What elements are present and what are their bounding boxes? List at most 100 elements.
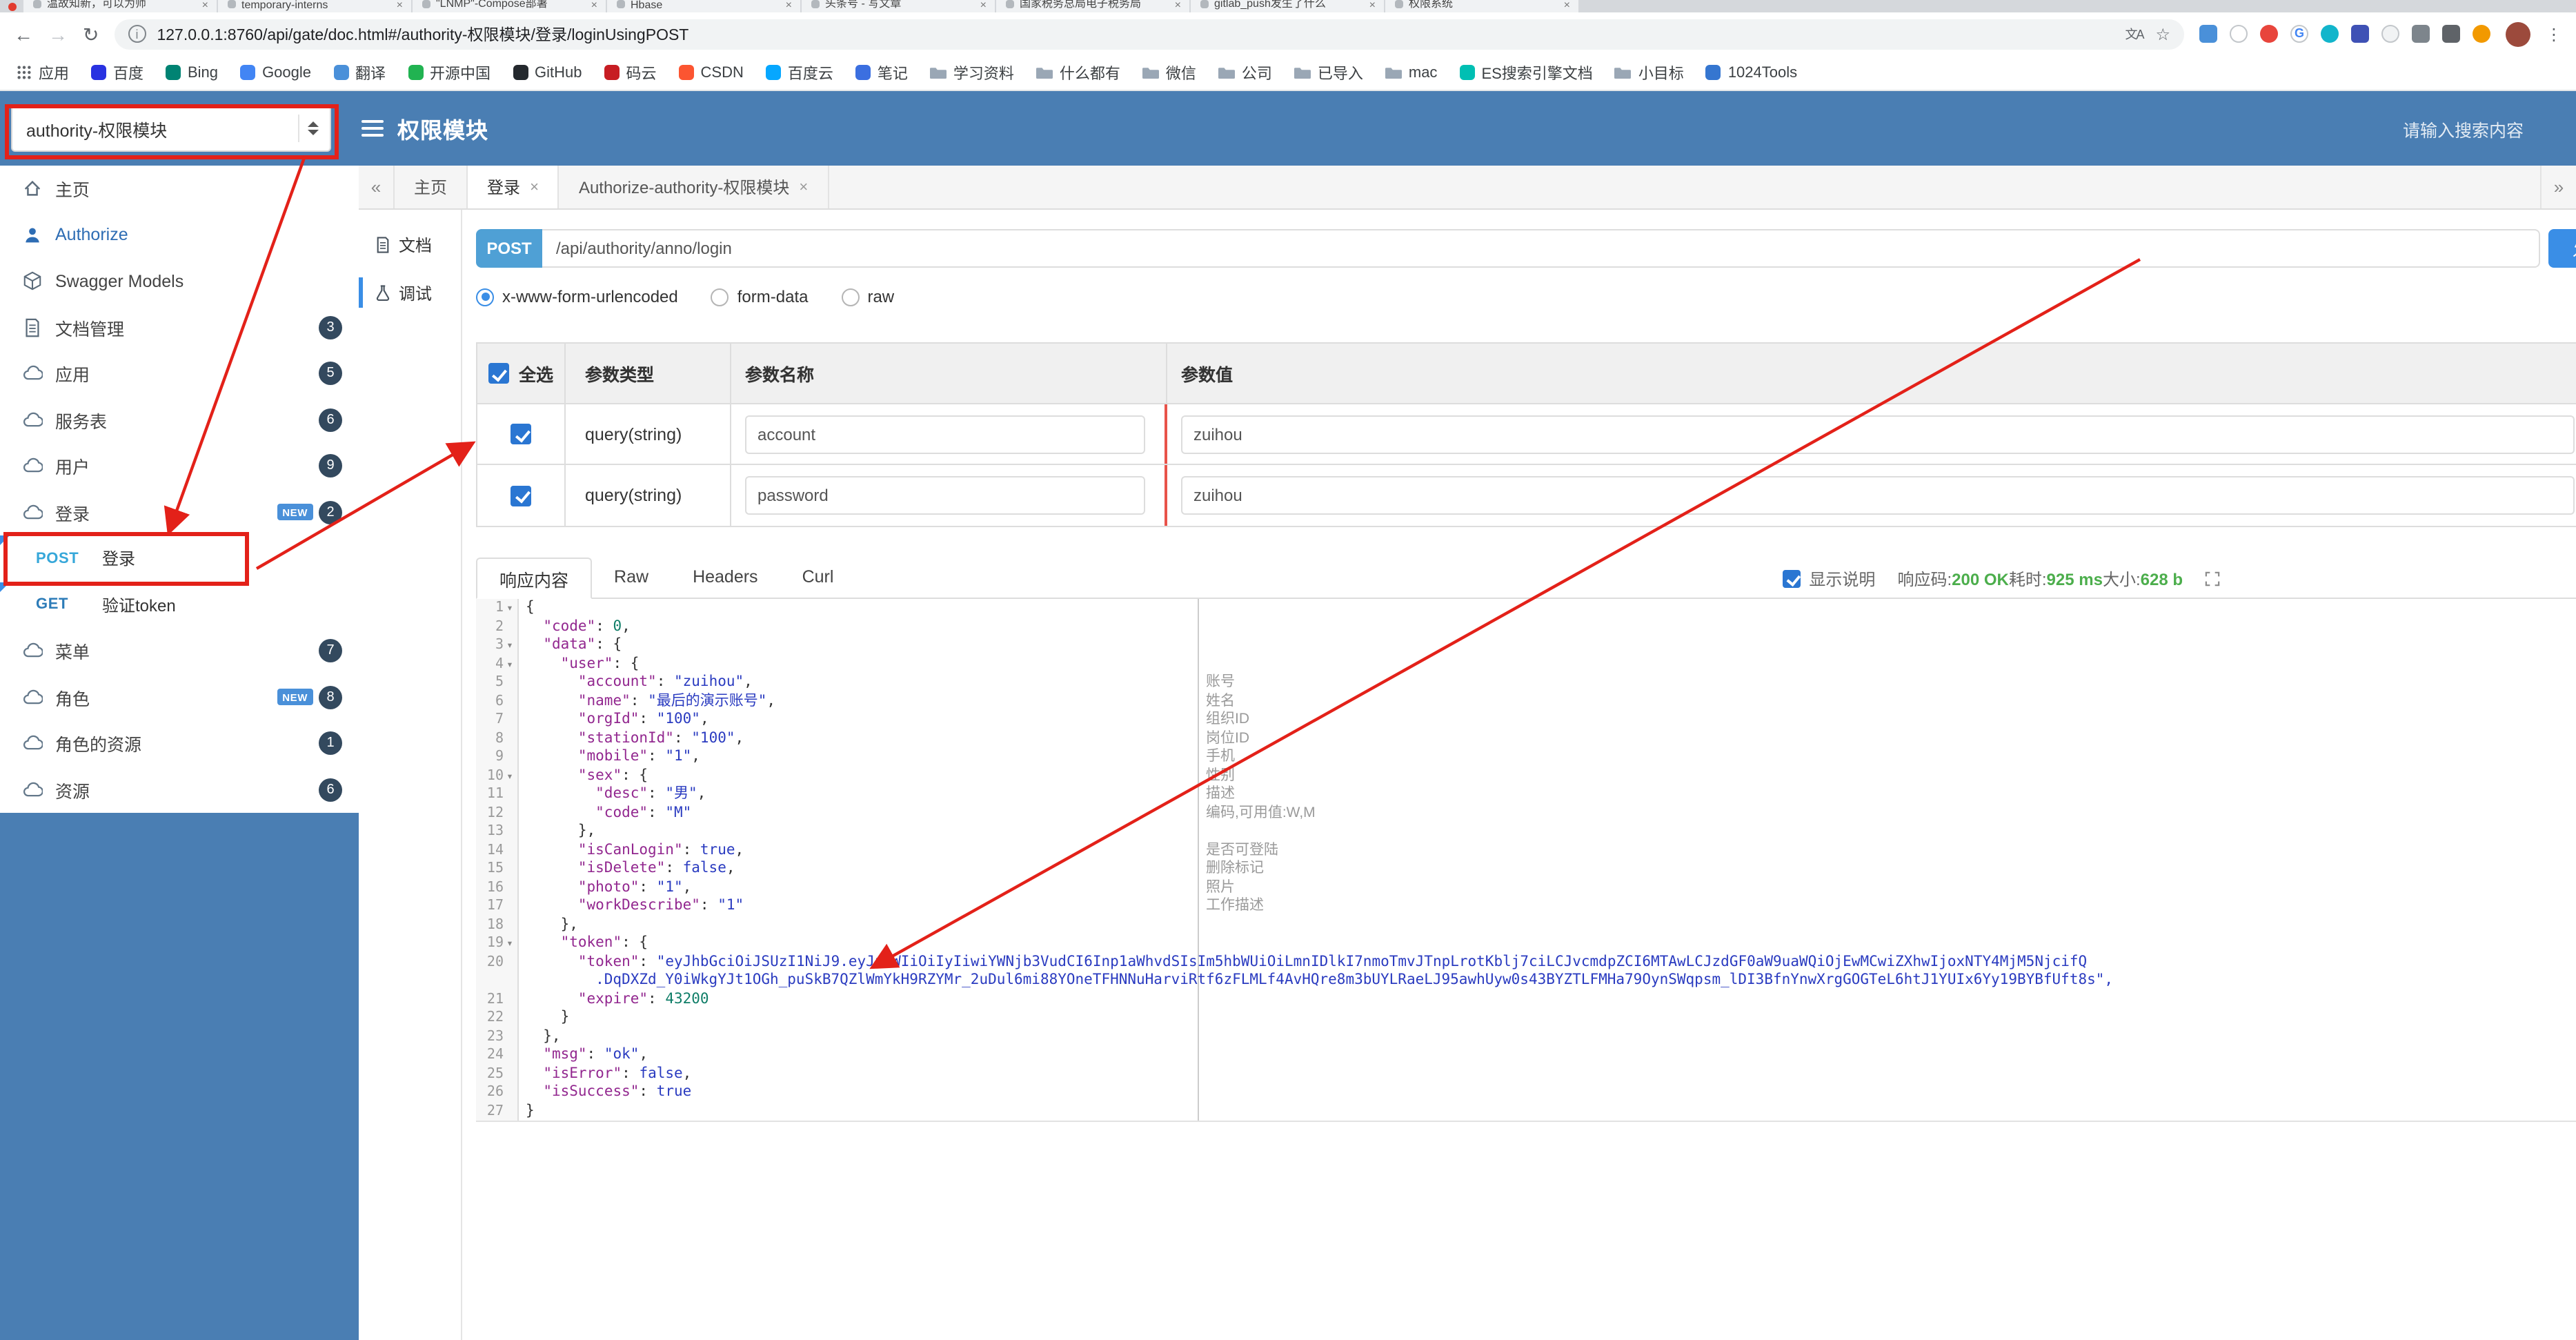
extension-icon[interactable] [2260, 25, 2278, 43]
browser-tab[interactable]: temporary-interns × [218, 0, 411, 12]
tab-close-icon[interactable]: × [1564, 0, 1570, 11]
reload-icon[interactable]: ↻ [83, 24, 99, 43]
sidebar-item-role-resource[interactable]: 角色的资源 1 [0, 720, 359, 767]
extension-icon[interactable] [2473, 25, 2490, 43]
url-text[interactable]: 127.0.0.1:8760/api/gate/doc.html#/author… [157, 23, 2114, 45]
bookmark-item[interactable]: 笔记 [855, 61, 908, 83]
tabs-scroll-right-icon[interactable]: » [2540, 166, 2576, 208]
translate-icon[interactable]: 文A [2125, 25, 2144, 43]
request-url-input[interactable] [542, 229, 2540, 268]
tab-login[interactable]: 登录 × [468, 166, 559, 208]
tab-close-icon[interactable]: × [980, 0, 987, 11]
bookmark-item[interactable]: 什么都有 [1036, 61, 1120, 83]
address-bar[interactable]: i 127.0.0.1:8760/api/gate/doc.html#/auth… [114, 19, 2184, 49]
forward-icon[interactable]: → [48, 24, 68, 43]
site-info-icon[interactable]: i [128, 25, 146, 43]
bookmark-item[interactable]: CSDN [678, 64, 744, 81]
param-value-input[interactable] [1181, 415, 2575, 453]
sidebar-item-home[interactable]: 主页 [0, 166, 359, 212]
module-select[interactable]: authority-权限模块 [11, 105, 331, 152]
bookmark-item[interactable]: 百度 [91, 61, 143, 83]
bookmark-item[interactable]: 应用 [17, 61, 69, 83]
bookmark-item[interactable]: Bing [166, 64, 218, 81]
tab-debug[interactable]: 调试 [359, 272, 461, 313]
tabs-scroll-left-icon[interactable]: « [359, 166, 395, 208]
bookmark-item[interactable]: 翻译 [333, 61, 386, 83]
radio-raw[interactable]: raw [841, 287, 894, 306]
menu-toggle-icon[interactable] [361, 120, 384, 137]
response-json-viewer[interactable]: 1 ▾{2 "code": 0, 3 ▾ "data": {4 ▾ "user": {5… [476, 599, 2576, 1122]
tab-raw[interactable]: Raw [592, 556, 671, 598]
extension-icon[interactable] [2199, 25, 2217, 43]
bookmark-item[interactable]: 学习资料 [929, 61, 1014, 83]
browser-tab[interactable]: 国家税务总局电子税务局 × [996, 0, 1189, 12]
extension-icon[interactable] [2321, 25, 2339, 43]
header-search-input[interactable]: 请输入搜索内容 [2403, 115, 2557, 141]
sidebar-item-service-table[interactable]: 服务表 6 [0, 397, 359, 443]
tab-close-icon[interactable]: × [799, 179, 808, 195]
sidebar-item-login-group[interactable]: 登录 NEW 2 [0, 489, 359, 535]
bookmark-item[interactable]: 1024Tools [1705, 64, 1797, 81]
browser-tab[interactable]: 权限系统 × [1385, 0, 1578, 12]
bookmark-item[interactable]: Google [240, 64, 311, 81]
sidebar-item-user[interactable]: 用户 9 [0, 443, 359, 489]
bookmark-item[interactable]: 小目标 [1614, 61, 1684, 83]
radio-x-www-form-urlencoded[interactable]: x-www-form-urlencoded [476, 287, 678, 306]
param-name-input[interactable] [745, 476, 1145, 515]
browser-tab[interactable]: 温故知新，可以为师 × [23, 0, 217, 12]
show-description-checkbox[interactable] [1783, 569, 1801, 587]
sidebar-api-login-post[interactable]: POST 登录 [0, 535, 359, 582]
show-description-toggle[interactable]: 显示说明 [1783, 566, 1875, 590]
browser-menu-icon[interactable]: ⋮ [2546, 26, 2562, 42]
browser-tab[interactable]: 头条号 - 写文章 × [802, 0, 995, 12]
sidebar-item-resource[interactable]: 资源 6 [0, 767, 359, 813]
extension-icon[interactable] [2381, 25, 2399, 43]
sidebar-item-doc-manage[interactable]: 文档管理 3 [0, 304, 359, 351]
bookmark-item[interactable]: 百度云 [765, 61, 833, 83]
extension-icon[interactable] [2442, 25, 2460, 43]
radio-form-data[interactable]: form-data [711, 287, 808, 306]
bookmark-star-icon[interactable]: ☆ [2155, 24, 2170, 43]
tab-close-icon[interactable]: × [202, 0, 208, 11]
tab-close-icon[interactable]: × [591, 0, 597, 11]
browser-tab[interactable]: "LNMP"-Compose部署 × [413, 0, 606, 12]
bookmark-item[interactable]: ES搜索引擎文档 [1459, 61, 1593, 83]
tab-close-icon[interactable]: × [786, 0, 792, 11]
param-value-input[interactable] [1181, 476, 2575, 515]
tab-close-icon[interactable]: × [1369, 0, 1376, 11]
row-checkbox[interactable] [511, 485, 531, 506]
sidebar-item-role[interactable]: 角色 NEW 8 [0, 674, 359, 720]
bookmark-item[interactable]: 开源中国 [408, 61, 491, 83]
browser-tab[interactable]: gitlab_push发生了什么 × [1191, 0, 1384, 12]
extension-icon[interactable] [2351, 25, 2369, 43]
row-checkbox[interactable] [511, 424, 531, 444]
bookmark-item[interactable]: 公司 [1218, 61, 1272, 83]
sidebar-item-app[interactable]: 应用 5 [0, 351, 359, 397]
tab-authorize-module[interactable]: Authorize-authority-权限模块 × [559, 166, 829, 208]
extension-icon[interactable]: G [2290, 25, 2308, 43]
tab-headers[interactable]: Headers [671, 556, 780, 598]
send-button[interactable]: 发送 [2548, 229, 2576, 268]
bookmark-item[interactable]: 已导入 [1294, 61, 1363, 83]
tab-home[interactable]: 主页 [395, 166, 468, 208]
sidebar-item-menu[interactable]: 菜单 7 [0, 628, 359, 674]
back-icon[interactable]: ← [14, 24, 33, 43]
extension-icon[interactable] [2230, 25, 2248, 43]
bookmark-item[interactable]: 微信 [1142, 61, 1196, 83]
bookmark-item[interactable]: mac [1385, 64, 1437, 81]
select-all-checkbox[interactable] [488, 363, 509, 384]
tab-close-icon[interactable]: × [1175, 0, 1181, 11]
tab-close-icon[interactable]: × [397, 0, 403, 11]
bookmark-item[interactable]: 码云 [604, 61, 657, 83]
tab-close-icon[interactable]: × [530, 179, 539, 195]
sidebar-api-verify-token-get[interactable]: GET 验证token [0, 582, 359, 628]
browser-tab[interactable]: Hbase × [607, 0, 800, 12]
tab-response-content[interactable]: 响应内容 [476, 558, 593, 599]
param-name-input[interactable] [745, 415, 1145, 453]
extension-icon[interactable] [2412, 25, 2430, 43]
profile-avatar[interactable] [2506, 21, 2530, 46]
sidebar-item-authorize[interactable]: Authorize [0, 212, 359, 258]
fullscreen-icon[interactable] [2205, 571, 2220, 586]
tab-document[interactable]: 文档 [359, 224, 461, 265]
tab-curl[interactable]: Curl [780, 556, 856, 598]
